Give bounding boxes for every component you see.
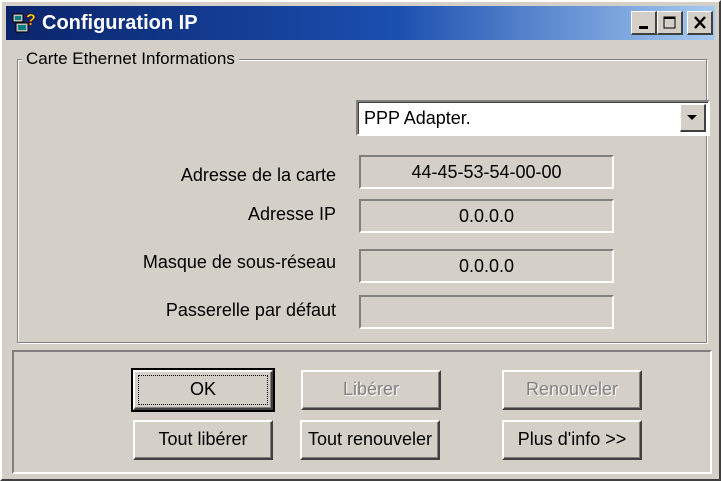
close-button[interactable]: [687, 11, 713, 35]
network-help-icon: ?: [12, 11, 36, 35]
more-info-button-label: Plus d'info >>: [517, 429, 627, 449]
renew-button[interactable]: Renouveler: [502, 370, 642, 410]
adapter-select[interactable]: PPP Adapter.: [356, 100, 710, 136]
ip-address-label: Adresse IP: [247, 204, 336, 224]
maximize-button[interactable]: [657, 11, 683, 35]
ok-button-label: OK: [189, 379, 216, 399]
ip-address-value: 0.0.0.0: [359, 199, 614, 233]
mac-address-value: 44-45-53-54-00-00: [359, 155, 614, 189]
release-all-button-label: Tout libérer: [158, 429, 248, 449]
window-title: Configuration IP: [42, 12, 198, 34]
ip-config-window: ? Configuration IP Carte Ethernet Inform…: [0, 0, 721, 481]
release-button[interactable]: Libérer: [301, 370, 441, 410]
group-legend: Carte Ethernet Informations: [22, 48, 239, 70]
close-icon: [694, 16, 706, 29]
ok-button[interactable]: OK: [131, 368, 275, 412]
mac-address-label: Adresse de la carte: [180, 165, 336, 185]
default-gateway-label: Passerelle par défaut: [165, 300, 336, 320]
title-bar[interactable]: ? Configuration IP: [6, 6, 715, 40]
svg-text:?: ?: [26, 12, 36, 29]
subnet-mask-label: Masque de sous-réseau: [142, 252, 336, 272]
dropdown-button[interactable]: [680, 104, 706, 132]
adapter-select-value: PPP Adapter.: [364, 108, 471, 128]
default-gateway-value: [359, 295, 614, 329]
maximize-icon: [663, 16, 676, 29]
release-all-button[interactable]: Tout libérer: [133, 420, 273, 460]
release-button-label: Libérer: [342, 379, 400, 399]
renew-all-button[interactable]: Tout renouveler: [300, 420, 440, 460]
renew-button-label: Renouveler: [525, 379, 619, 399]
renew-all-button-label: Tout renouveler: [307, 429, 433, 449]
minimize-button[interactable]: [631, 11, 657, 35]
subnet-mask-value: 0.0.0.0: [359, 249, 614, 283]
chevron-down-icon: [687, 115, 697, 120]
minimize-icon: [639, 26, 648, 29]
more-info-button[interactable]: Plus d'info >>: [502, 420, 642, 460]
